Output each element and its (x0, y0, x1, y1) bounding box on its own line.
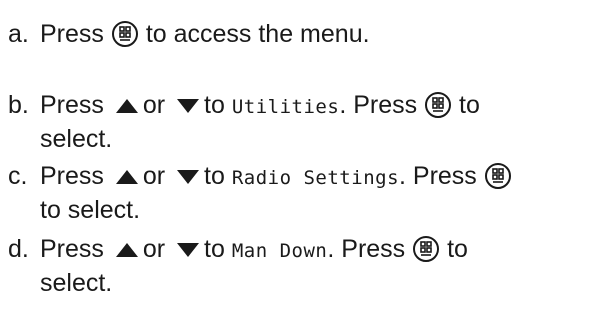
menu-ok-button-icon (484, 162, 512, 190)
down-arrow-icon (176, 98, 200, 114)
down-arrow-icon (176, 242, 200, 258)
up-arrow-icon (115, 169, 139, 185)
step-text: Press (40, 20, 104, 48)
step-text: Press (40, 235, 104, 263)
menu-item-name: Utilities (231, 96, 340, 118)
step-d: d. Press or to Man Down. Press to select. (8, 233, 608, 299)
up-arrow-icon (115, 242, 139, 258)
step-text: to (204, 235, 225, 263)
step-text: or (142, 91, 166, 119)
step-letter: b. (8, 91, 29, 119)
menu-ok-button-icon (424, 91, 452, 119)
step-text: . Press (399, 162, 477, 190)
step-text: to (204, 162, 225, 190)
step-letter: a. (8, 20, 29, 48)
up-arrow-icon (115, 98, 139, 114)
step-letter: d. (8, 235, 29, 263)
menu-item-name: Radio Settings (231, 167, 400, 189)
step-text: to access the menu. (145, 20, 370, 48)
step-text: to (447, 235, 468, 263)
step-text: or (142, 162, 166, 190)
step-text: select. (40, 125, 113, 153)
step-text: Press (40, 162, 104, 190)
step-text: to select. (40, 196, 141, 224)
menu-ok-button-icon (412, 235, 440, 263)
menu-ok-button-icon (111, 20, 139, 48)
instruction-steps: a. Press to access the menu. b. Press or t… (0, 0, 616, 335)
step-b: b. Press or to Utilities. Press to select… (8, 89, 608, 155)
step-text: or (142, 235, 166, 263)
step-text: . Press (339, 91, 418, 119)
step-text: Press (40, 91, 104, 119)
menu-item-name: Man Down (231, 240, 328, 262)
step-text: select. (40, 269, 113, 297)
down-arrow-icon (176, 169, 200, 185)
step-c: c. Press or to Radio Settings. Press to s… (8, 160, 608, 226)
step-letter: c. (8, 162, 28, 190)
step-a: a. Press to access the menu. (8, 18, 608, 50)
step-text: to (204, 91, 225, 119)
step-text: to (459, 91, 480, 119)
step-text: . Press (327, 235, 406, 263)
